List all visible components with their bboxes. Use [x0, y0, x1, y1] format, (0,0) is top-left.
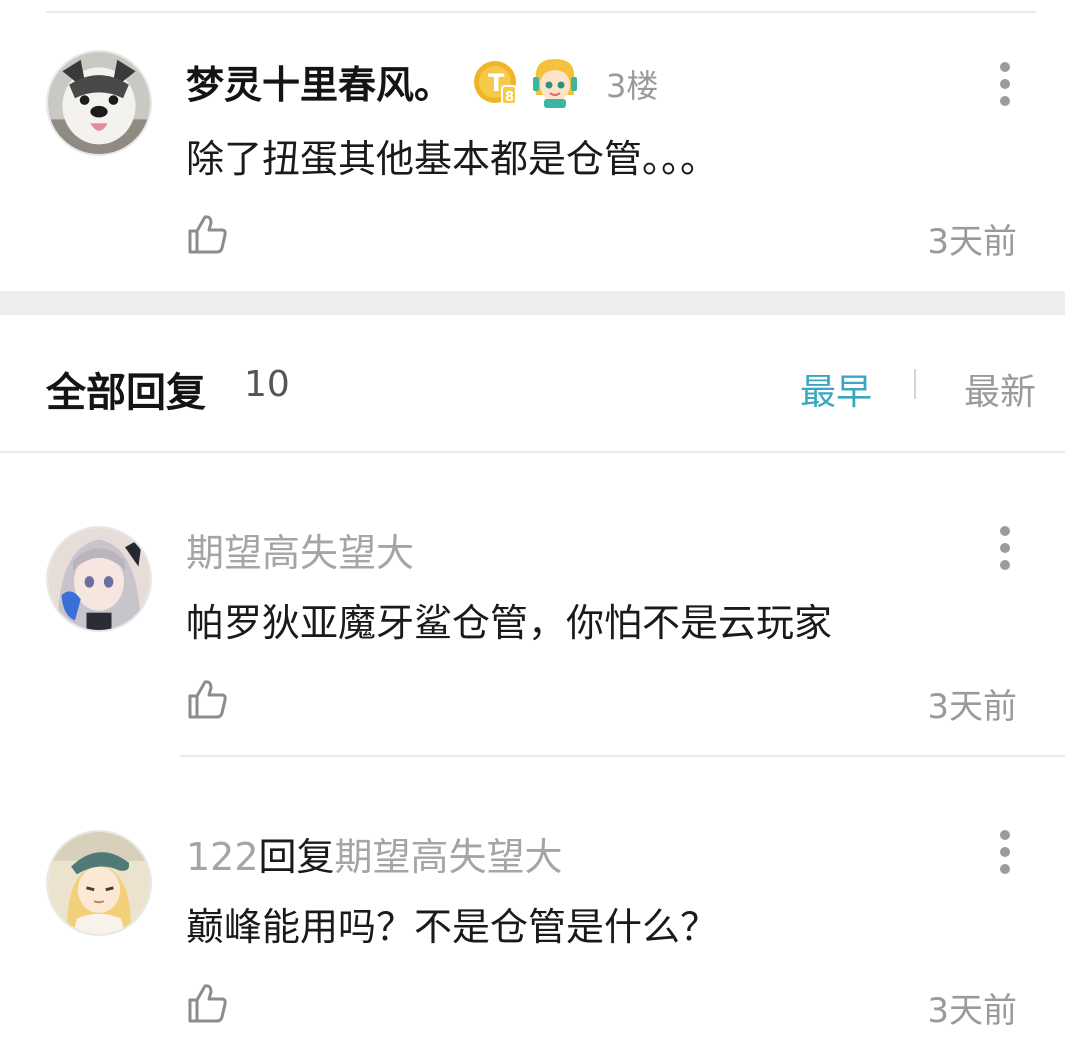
more-icon[interactable]: [995, 62, 1015, 106]
reply-2-text: 巅峰能用吗？不是仓管是什么？: [186, 905, 719, 949]
avatar-reply-1[interactable]: [46, 526, 152, 632]
header-divider: [0, 451, 1065, 453]
all-replies-title: 全部回复: [46, 370, 206, 416]
main-comment-text: 除了扭蛋其他基本都是仓管。。。: [186, 137, 719, 181]
reply-2-time: 3天前: [927, 991, 1017, 1031]
level-badge-icon: [530, 55, 580, 109]
reply-2-reply-to[interactable]: 期望高失望大: [335, 835, 563, 879]
badge-t-number: 8: [505, 90, 514, 105]
avatar-main-commenter[interactable]: [46, 50, 152, 156]
reply-word: 回复: [258, 835, 335, 879]
sort-separator: [914, 369, 916, 399]
reply-1-time: 3天前: [927, 687, 1017, 727]
top-divider: [46, 11, 1036, 13]
reply-2-header: 122回复期望高失望大: [186, 826, 563, 881]
reply-divider: [180, 755, 1065, 757]
anime-blonde-hat-girl-avatar: [48, 832, 150, 934]
thumbs-up-icon[interactable]: [185, 212, 229, 256]
coin-badge-icon: T 8: [472, 58, 520, 106]
more-icon[interactable]: [995, 830, 1015, 874]
avatar-reply-2[interactable]: [46, 830, 152, 936]
reply-1-username[interactable]: 期望高失望大: [186, 522, 414, 577]
main-commenter-username[interactable]: 梦灵十里春风。: [186, 54, 452, 109]
comment-thread-page: 梦灵十里春风。 T 8 3楼 除了扭蛋其他基本都是仓管。。。 3天前 全部回复 …: [0, 0, 1065, 1049]
reply-2-username[interactable]: 122: [186, 835, 259, 879]
husky-dog-avatar: [48, 52, 150, 154]
more-icon[interactable]: [995, 526, 1015, 570]
anime-silver-hair-girl-avatar: [48, 528, 150, 630]
thumbs-up-icon[interactable]: [185, 981, 229, 1025]
reply-count: 10: [244, 364, 290, 405]
floor-number: 3楼: [606, 67, 659, 105]
sort-latest-tab[interactable]: 最新: [964, 363, 1036, 415]
reply-1-text: 帕罗狄亚魔牙鲨仓管，你怕不是云玩家: [186, 601, 833, 645]
section-separator: [0, 291, 1065, 315]
thumbs-up-icon[interactable]: [185, 677, 229, 721]
main-comment-time: 3天前: [927, 222, 1017, 262]
sort-earliest-tab[interactable]: 最早: [800, 363, 872, 415]
